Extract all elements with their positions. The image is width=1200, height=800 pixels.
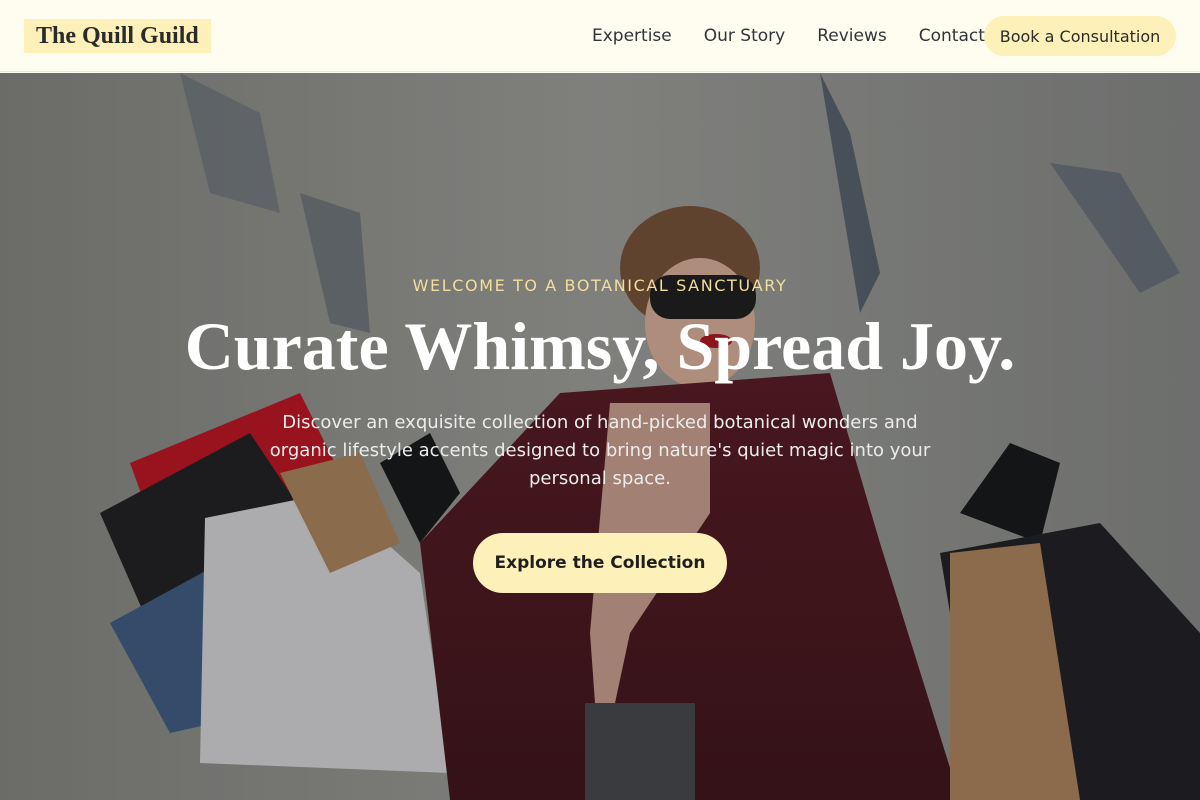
nav-contact[interactable]: Contact: [919, 26, 985, 46]
hero-section: WELCOME TO A BOTANICAL SANCTUARY Curate …: [0, 73, 1200, 800]
book-consultation-button[interactable]: Book a Consultation: [984, 16, 1176, 56]
site-logo[interactable]: The Quill Guild: [24, 19, 211, 53]
explore-collection-button[interactable]: Explore the Collection: [473, 533, 727, 593]
hero-eyebrow: WELCOME TO A BOTANICAL SANCTUARY: [412, 276, 788, 295]
main-nav: Expertise Our Story Reviews Contact: [592, 0, 1017, 72]
nav-reviews[interactable]: Reviews: [817, 26, 887, 46]
hero-subtext: Discover an exquisite collection of hand…: [269, 412, 931, 489]
nav-our-story[interactable]: Our Story: [704, 26, 785, 46]
nav-expertise[interactable]: Expertise: [592, 26, 672, 46]
hero-headline: Curate Whimsy, Spread Joy.: [184, 308, 1016, 384]
site-header: The Quill Guild Expertise Our Story Revi…: [0, 0, 1200, 72]
